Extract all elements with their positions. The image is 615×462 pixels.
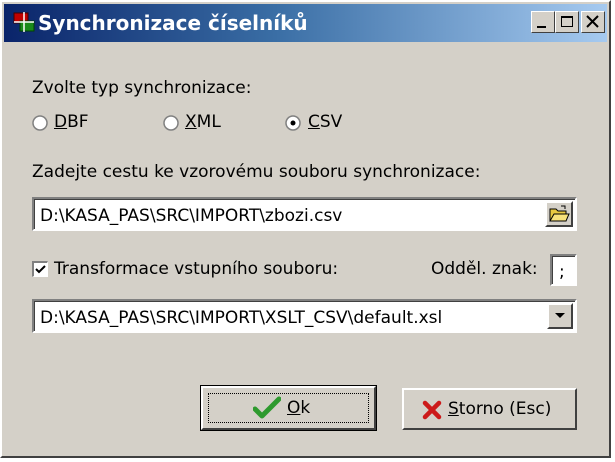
close-button[interactable] <box>581 11 605 33</box>
folder-open-icon <box>549 205 570 222</box>
checkmark-icon <box>35 265 46 274</box>
xsl-select[interactable]: D:\KASA_PAS\SRC\IMPORT\XSLT_CSV\default.… <box>32 299 577 333</box>
close-icon <box>586 15 599 28</box>
path-label: Zadejte cestu ke vzorovému souboru synch… <box>32 162 481 182</box>
minimize-button[interactable] <box>531 11 555 33</box>
separator-label: Odděl. znak: <box>431 259 538 279</box>
radio-dbf-label[interactable]: DBF <box>54 112 89 132</box>
sync-type-label: Zvolte typ synchronizace: <box>32 78 252 98</box>
app-icon <box>13 12 35 32</box>
xsl-dropdown-button[interactable] <box>547 303 573 329</box>
radio-xml-label[interactable]: XML <box>185 112 221 132</box>
radio-dbf[interactable] <box>32 115 48 131</box>
transform-label[interactable]: Transformace vstupního souboru: <box>54 259 338 279</box>
radio-csv-label[interactable]: CSV <box>308 112 342 132</box>
title-bar[interactable]: Synchronizace číselníků <box>4 4 607 42</box>
ok-button[interactable]: Ok <box>200 385 377 431</box>
path-input[interactable]: D:\KASA_PAS\SRC\IMPORT\zbozi.csv <box>32 197 577 231</box>
xsl-select-value: D:\KASA_PAS\SRC\IMPORT\XSLT_CSV\default.… <box>40 308 443 328</box>
transform-checkbox[interactable] <box>32 261 48 277</box>
ok-button-label: Ok <box>287 398 311 418</box>
cancel-button[interactable]: Storno (Esc) <box>402 388 577 430</box>
maximize-button[interactable] <box>555 11 579 33</box>
browse-button[interactable] <box>545 201 573 227</box>
radio-csv[interactable] <box>285 115 301 131</box>
x-icon <box>422 400 442 420</box>
cancel-button-label: Storno (Esc) <box>448 399 552 419</box>
window-title: Synchronizace číselníků <box>38 11 308 35</box>
check-icon <box>253 396 281 419</box>
minimize-icon <box>537 26 546 28</box>
separator-input-value: ; <box>559 262 565 282</box>
maximize-icon <box>561 16 573 27</box>
separator-input[interactable]: ; <box>550 254 577 286</box>
dialog-window: Synchronizace číselníků Zvolte typ synch… <box>0 0 611 458</box>
dropdown-arrow-icon <box>555 313 565 318</box>
path-input-value: D:\KASA_PAS\SRC\IMPORT\zbozi.csv <box>40 206 343 226</box>
radio-xml[interactable] <box>163 115 179 131</box>
